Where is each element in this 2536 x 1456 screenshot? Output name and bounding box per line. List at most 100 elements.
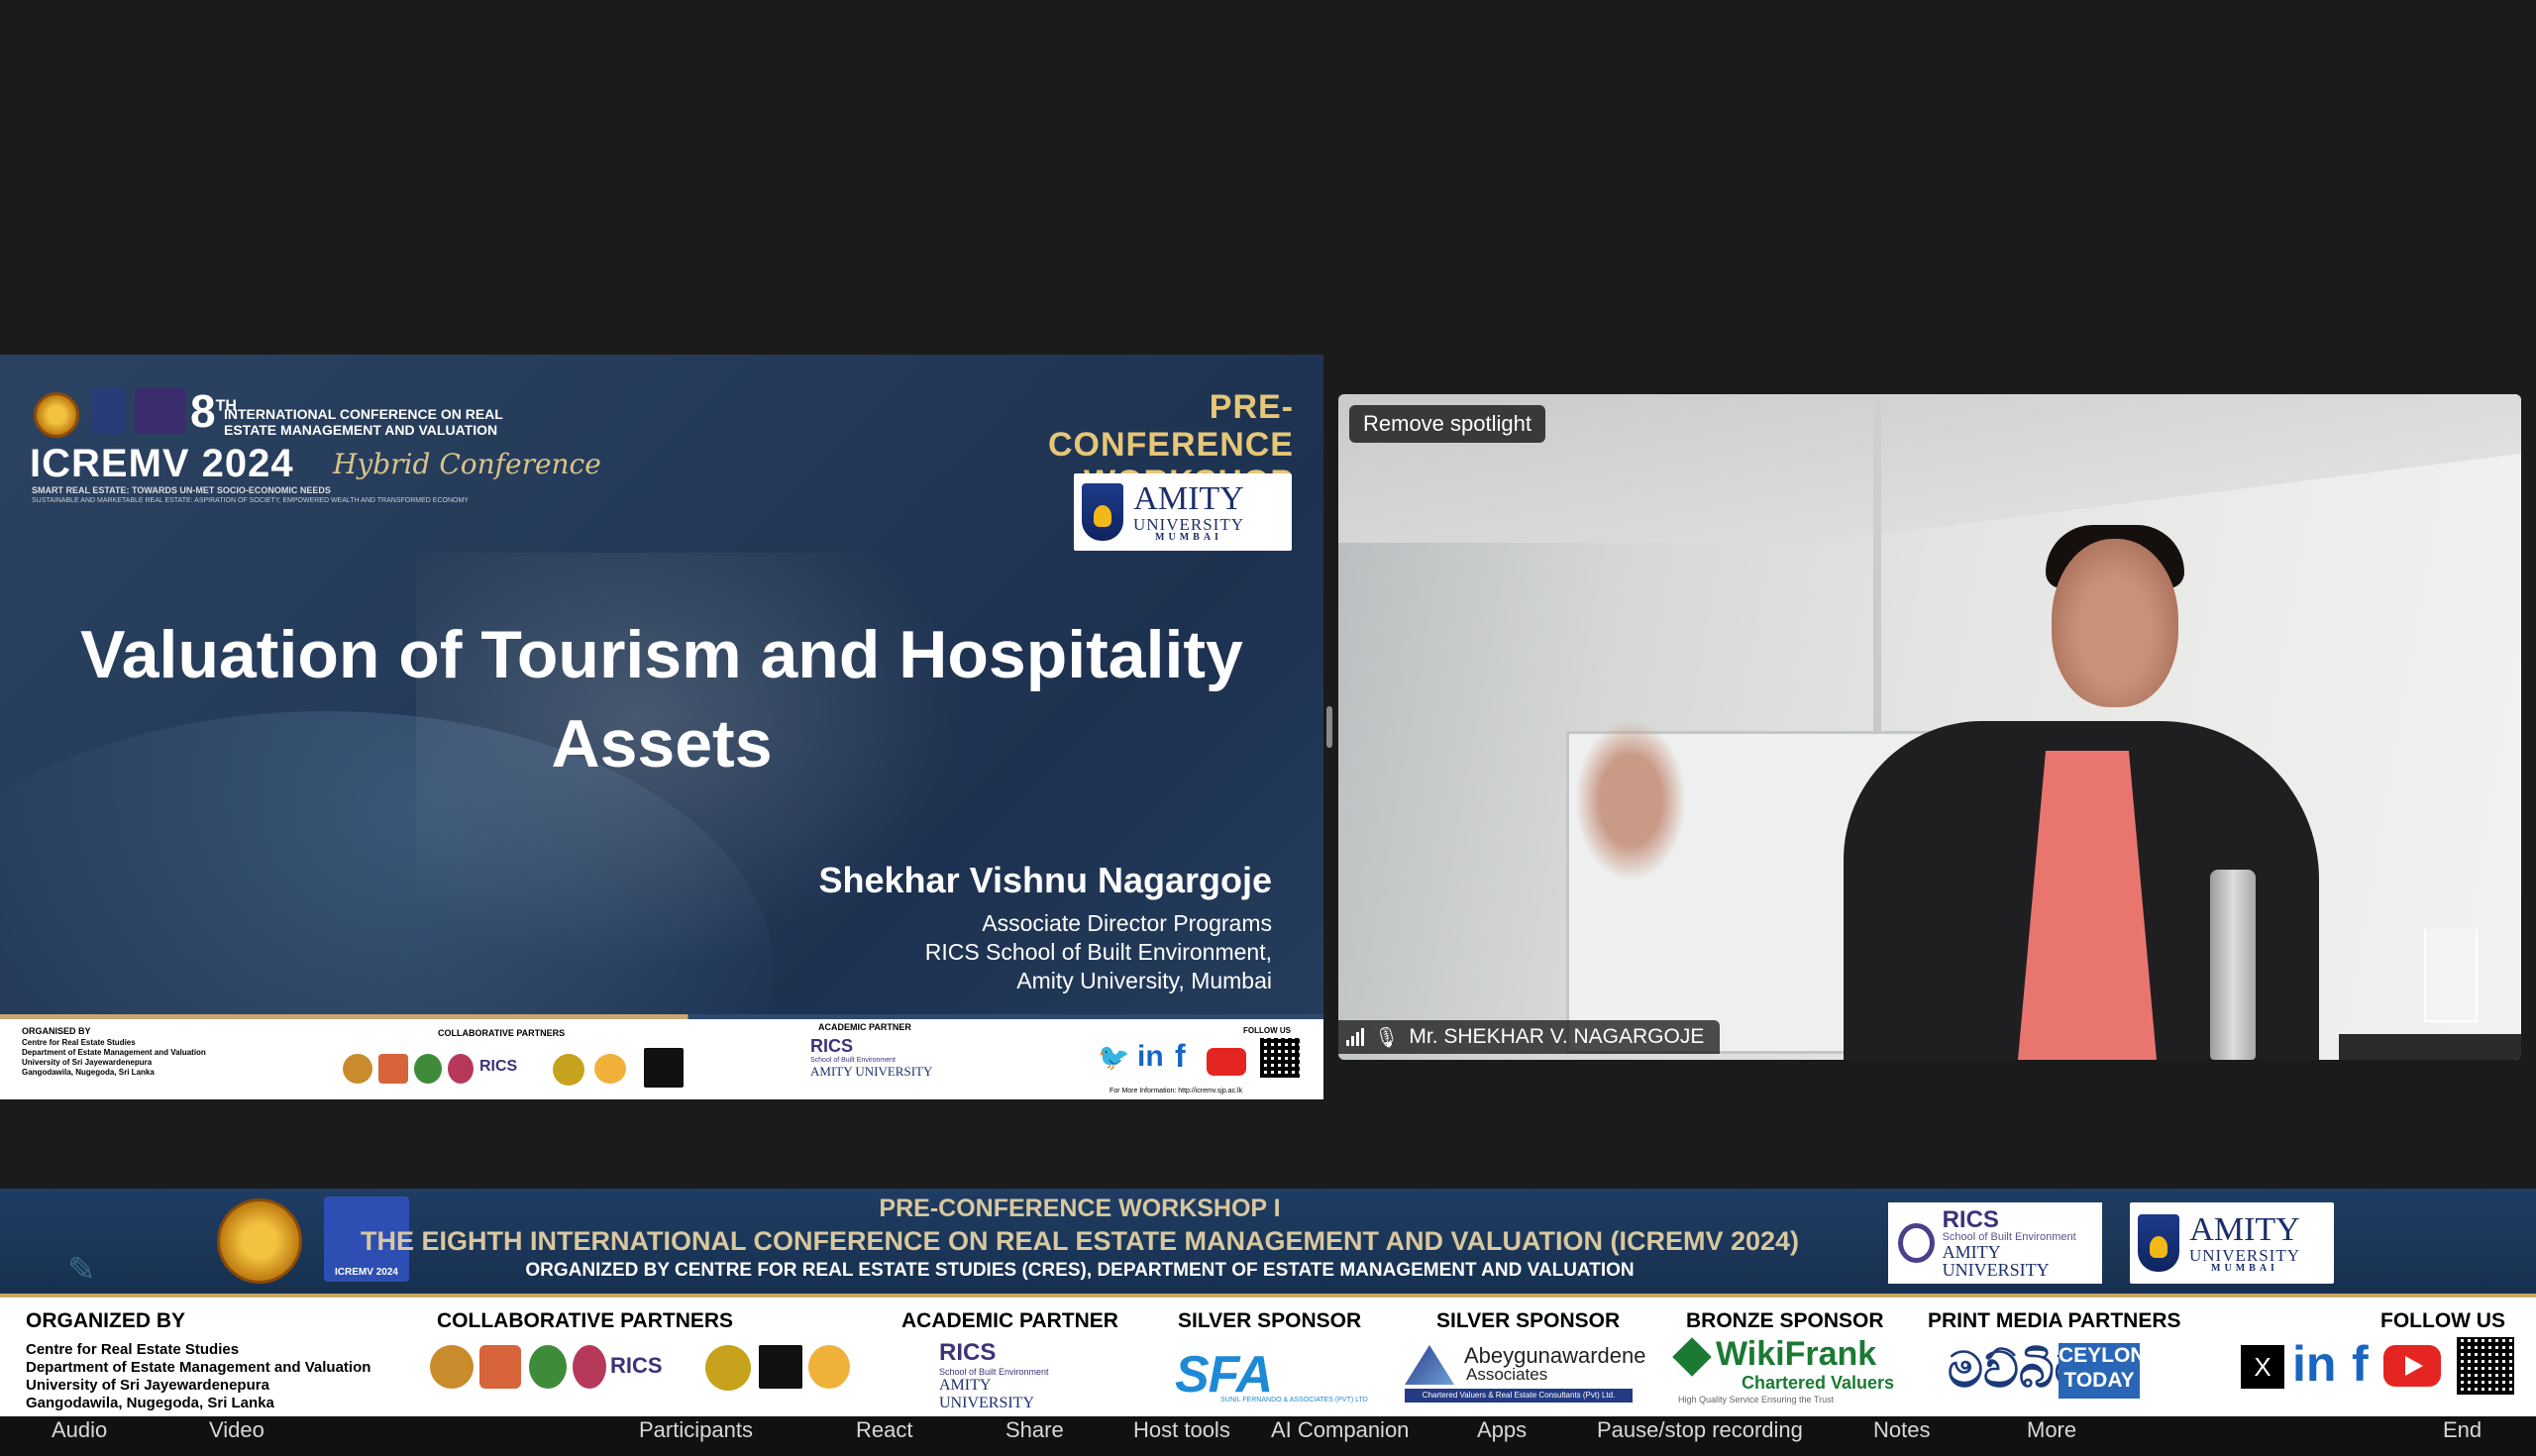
amity-university-text: AMITY UNIVERSITY — [810, 1064, 933, 1079]
participant-name-tag: 🎙 Mr. SHEKHAR V. NAGARGOJE — [1338, 1020, 1721, 1054]
video-speaker-hand — [1576, 721, 1685, 880]
academic-partner-heading: ACADEMIC PARTNER — [901, 1309, 1118, 1332]
partner-logo — [573, 1345, 606, 1389]
slide-title-line2: Assets — [551, 706, 773, 781]
ceylon-today-logo: CEYLON TODAY — [2059, 1343, 2146, 1399]
youtube-icon — [1207, 1048, 1246, 1076]
slide-academic-rics-logo: RICS School of Built Environment AMITY U… — [810, 1036, 947, 1090]
icremv-mini-logo — [91, 388, 125, 434]
facebook-icon: f — [2352, 1336, 2369, 1392]
silver-sponsor-heading-2: SILVER SPONSOR — [1436, 1309, 1621, 1332]
slide-collaborative-heading: COLLABORATIVE PARTNERS — [438, 1028, 566, 1038]
academic-rics-logo: RICS School of Built Environment AMITY U… — [939, 1339, 1088, 1411]
mic-muted-icon: 🎙 — [1374, 1026, 1400, 1049]
toolbar-react-button[interactable]: React — [856, 1416, 912, 1456]
slide-org-line: Gangodawila, Nugegoda, Sri Lanka — [22, 1068, 155, 1077]
partner-logo — [644, 1048, 684, 1088]
rics-text: RICS — [1942, 1205, 1999, 1233]
conference-mode: Hybrid Conference — [333, 448, 601, 480]
abeygunawardene-logo: Abeygunawardene Associates Chartered Val… — [1405, 1341, 1645, 1404]
abey-triangle-icon — [1405, 1345, 1454, 1385]
toolbar-notes-button[interactable]: Notes — [1873, 1416, 1930, 1456]
meeting-toolbar — [0, 1416, 2536, 1456]
amity-university: UNIVERSITY — [1133, 514, 1244, 534]
university-seal-logo — [34, 392, 79, 438]
video-water-bottle — [2210, 870, 2256, 1060]
shared-slide: 8TH INTERNATIONAL CONFERENCE ON REAL EST… — [0, 355, 1323, 1099]
org-line: University of Sri Jayewardenepura — [26, 1377, 269, 1394]
collaborative-partners-heading: COLLABORATIVE PARTNERS — [437, 1309, 734, 1332]
amity-university-text: AMITY UNIVERSITY — [1942, 1241, 2050, 1280]
banner-rics-logo: RICS School of Built Environment AMITY U… — [1888, 1202, 2102, 1284]
collab-rics-logo: RICS — [610, 1353, 663, 1378]
toolbar-audio-button[interactable]: Audio — [52, 1416, 107, 1456]
toolbar-share-button[interactable]: Share — [1005, 1416, 1064, 1456]
sfa-logo: SFA — [1175, 1346, 1273, 1404]
banner-amity-logo: AMITY UNIVERSITY MUMBAI — [2130, 1202, 2334, 1284]
amity-name: AMITY — [2189, 1210, 2300, 1248]
slide-organiser-details: Centre for Real Estate Studies Departmen… — [22, 1038, 206, 1078]
rics-school-text: School of Built Environment — [1942, 1230, 2076, 1243]
slide-footer: ORGANISED BY Centre for Real Estate Stud… — [0, 1014, 1323, 1099]
x-social-icon: X — [2241, 1345, 2284, 1389]
partner-logo — [594, 1054, 626, 1084]
amity-name: AMITY — [1133, 479, 1244, 517]
print-media-heading: PRINT MEDIA PARTNERS — [1928, 1309, 2181, 1332]
partner-rics-logo: RICS — [479, 1058, 518, 1075]
facebook-icon: f — [1175, 1038, 1186, 1074]
toolbar-participants-button[interactable]: Participants — [639, 1416, 753, 1456]
slide-org-line: Department of Estate Management and Valu… — [22, 1048, 206, 1057]
wikifrank-tagline: High Quality Service Ensuring the Trust — [1678, 1395, 1835, 1404]
ceylon-line1: CEYLON — [2059, 1344, 2146, 1367]
conference-subtagline: SUSTAINABLE AND MARKETABLE REAL ESTATE: … — [32, 497, 469, 504]
workshop-line1: PRE-CONFERENCE — [1047, 388, 1294, 464]
org-line: Gangodawila, Nugegoda, Sri Lanka — [26, 1395, 274, 1411]
follow-us-heading: FOLLOW US — [2380, 1309, 2505, 1332]
organizer-details: Centre for Real Estate Studies Departmen… — [26, 1341, 370, 1412]
toolbar-end-button[interactable]: End — [2443, 1416, 2482, 1456]
twitter-icon: 🐦 — [1098, 1042, 1130, 1072]
speaker-role: Associate Director Programs — [982, 910, 1272, 936]
slide-follow-heading: FOLLOW US — [1243, 1026, 1291, 1035]
rics-text: RICS — [939, 1339, 997, 1366]
organized-by-heading: ORGANIZED BY — [26, 1309, 186, 1332]
partner-logo — [759, 1345, 802, 1389]
partner-logo — [448, 1054, 474, 1084]
ceylon-line2: TODAY — [2063, 1369, 2135, 1392]
remove-spotlight-button[interactable]: Remove spotlight — [1349, 405, 1545, 443]
abey-subtitle: Chartered Valuers & Real Estate Consulta… — [1405, 1389, 1633, 1403]
amity-university-text: AMITY UNIVERSITY — [939, 1377, 1034, 1411]
toolbar-video-button[interactable]: Video — [209, 1416, 264, 1456]
video-speaker-head — [2052, 539, 2178, 707]
split-resize-handle[interactable] — [1326, 706, 1332, 748]
slide-org-line: Centre for Real Estate Studies — [22, 1038, 136, 1047]
toolbar-apps-button[interactable]: Apps — [1477, 1416, 1527, 1456]
partner-logo — [378, 1054, 408, 1084]
rics-school-text: School of Built Environment — [939, 1367, 1049, 1377]
slide-footer-strip — [0, 1014, 1323, 1019]
amity-logo: AMITY UNIVERSITY MUMBAI — [1074, 473, 1292, 551]
toolbar-ai-companion-button[interactable]: AI Companion — [1271, 1416, 1409, 1456]
banner-workshop-title: PRE-CONFERENCE WORKSHOP I — [879, 1195, 1281, 1222]
bronze-sponsor-heading: BRONZE SPONSOR — [1686, 1309, 1884, 1332]
speaker-details: Associate Director Programs RICS School … — [925, 909, 1272, 995]
abey-associates: Associates — [1466, 1365, 1548, 1384]
toolbar-more-button[interactable]: More — [2027, 1416, 2076, 1456]
slide-org-line: University of Sri Jayewardenepura — [22, 1058, 153, 1067]
amity-shield-icon — [1082, 483, 1123, 541]
toolbar-host-tools-button[interactable]: Host tools — [1133, 1416, 1230, 1456]
speaker-university: Amity University, Mumbai — [1016, 968, 1272, 993]
toolbar-recording-button[interactable]: Pause/stop recording — [1597, 1416, 1803, 1456]
speaker-video-tile[interactable] — [1338, 394, 2521, 1060]
linkedin-icon: in — [2292, 1336, 2337, 1392]
amity-university: UNIVERSITY — [2189, 1245, 2300, 1265]
connection-signal-icon — [1346, 1028, 1364, 1046]
partner-logo — [479, 1345, 521, 1389]
partner-logo — [553, 1054, 584, 1086]
video-desk — [2339, 1034, 2521, 1060]
partner-logo — [705, 1345, 751, 1391]
wikifrank-diamond-icon — [1672, 1337, 1712, 1377]
rics-school-text: School of Built Environment — [810, 1057, 896, 1064]
banner-conference-title: THE EIGHTH INTERNATIONAL CONFERENCE ON R… — [360, 1226, 1800, 1256]
partner-logo — [430, 1345, 474, 1389]
